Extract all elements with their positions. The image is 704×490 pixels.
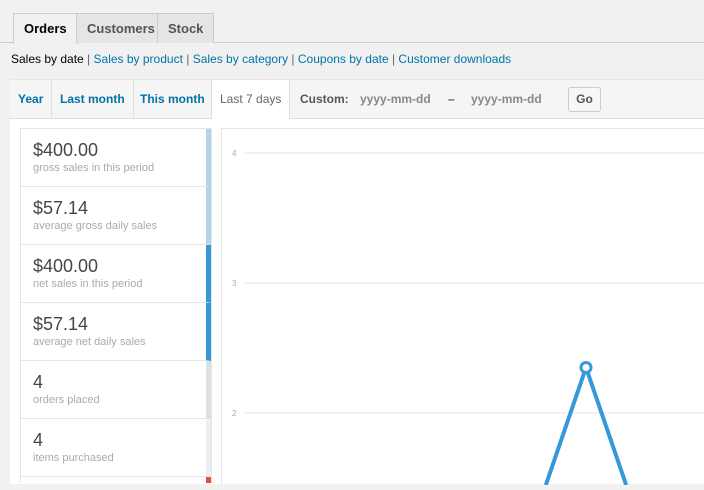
chart-legend: $400.00 gross sales in this period $57.14 a… (20, 128, 212, 483)
subnav-sales-by-category[interactable]: Sales by category (193, 52, 288, 66)
end-date-input[interactable]: yyyy-mm-dd (471, 80, 542, 118)
range-year[interactable]: Year (10, 80, 53, 119)
legend-label: orders placed (33, 394, 100, 406)
legend-value: $400.00 (33, 256, 99, 276)
legend-item[interactable]: $400.00 gross sales in this period (21, 129, 211, 187)
tab-stock[interactable]: Stock (157, 13, 215, 43)
y-tick-label: 3 (232, 279, 237, 288)
legend-label: average net daily sales (33, 336, 146, 348)
data-point (579, 361, 593, 374)
y-tick-label: 4 (232, 149, 237, 158)
range-last-7-days[interactable]: Last 7 days (211, 80, 291, 120)
subnav-customer-downloads[interactable]: Customer downloads (398, 52, 511, 66)
legend-item[interactable]: $57.14 average gross daily sales (21, 187, 211, 245)
range-this-month[interactable]: This month (132, 80, 214, 119)
legend-value: 4 (33, 430, 44, 450)
custom-label: Custom: (300, 92, 349, 106)
legend-item[interactable]: 4 orders placed (21, 361, 211, 419)
report-tabs: Orders Customers Stock (0, 0, 704, 44)
legend-item[interactable]: 4 items purchased (21, 419, 211, 477)
legend-label: gross sales in this period (33, 162, 155, 174)
legend-item[interactable]: $400.00 net sales in this period (21, 245, 211, 303)
subnav-coupons-by-date[interactable]: Coupons by date (298, 52, 389, 66)
legend-value: 4 (33, 372, 44, 392)
report-body: $400.00 gross sales in this period $57.14 a… (10, 119, 704, 486)
tab-customers[interactable]: Customers (76, 13, 166, 43)
tab-orders[interactable]: Orders (13, 13, 78, 44)
date-range-bar: Year Last month This month Last 7 days C… (10, 79, 704, 120)
chart-area: 4 3 2 (221, 128, 704, 486)
series-line-segment (584, 366, 629, 486)
y-tick-label: 2 (232, 409, 237, 418)
start-date-input[interactable]: yyyy-mm-dd (360, 80, 431, 118)
legend-value: $57.14 (33, 314, 89, 334)
go-button[interactable]: Go (568, 87, 601, 112)
legend-item[interactable] (21, 477, 211, 483)
legend-label: items purchased (33, 452, 114, 464)
subnav-sales-by-product[interactable]: Sales by product (94, 52, 183, 66)
legend-item[interactable]: $57.14 average net daily sales (21, 303, 211, 361)
legend-label: average gross daily sales (33, 220, 158, 232)
range-last-month[interactable]: Last month (52, 80, 134, 119)
date-separator: – (448, 92, 455, 106)
subnav-sales-by-date[interactable]: Sales by date (11, 52, 84, 66)
report-subnav: Sales by date | Sales by product | Sales… (11, 52, 512, 66)
legend-label: net sales in this period (33, 278, 143, 290)
legend-value: $400.00 (33, 140, 99, 160)
series-line-segment (543, 366, 588, 486)
sales-chart: 4 3 2 (232, 149, 704, 486)
legend-value: $57.14 (33, 198, 89, 218)
